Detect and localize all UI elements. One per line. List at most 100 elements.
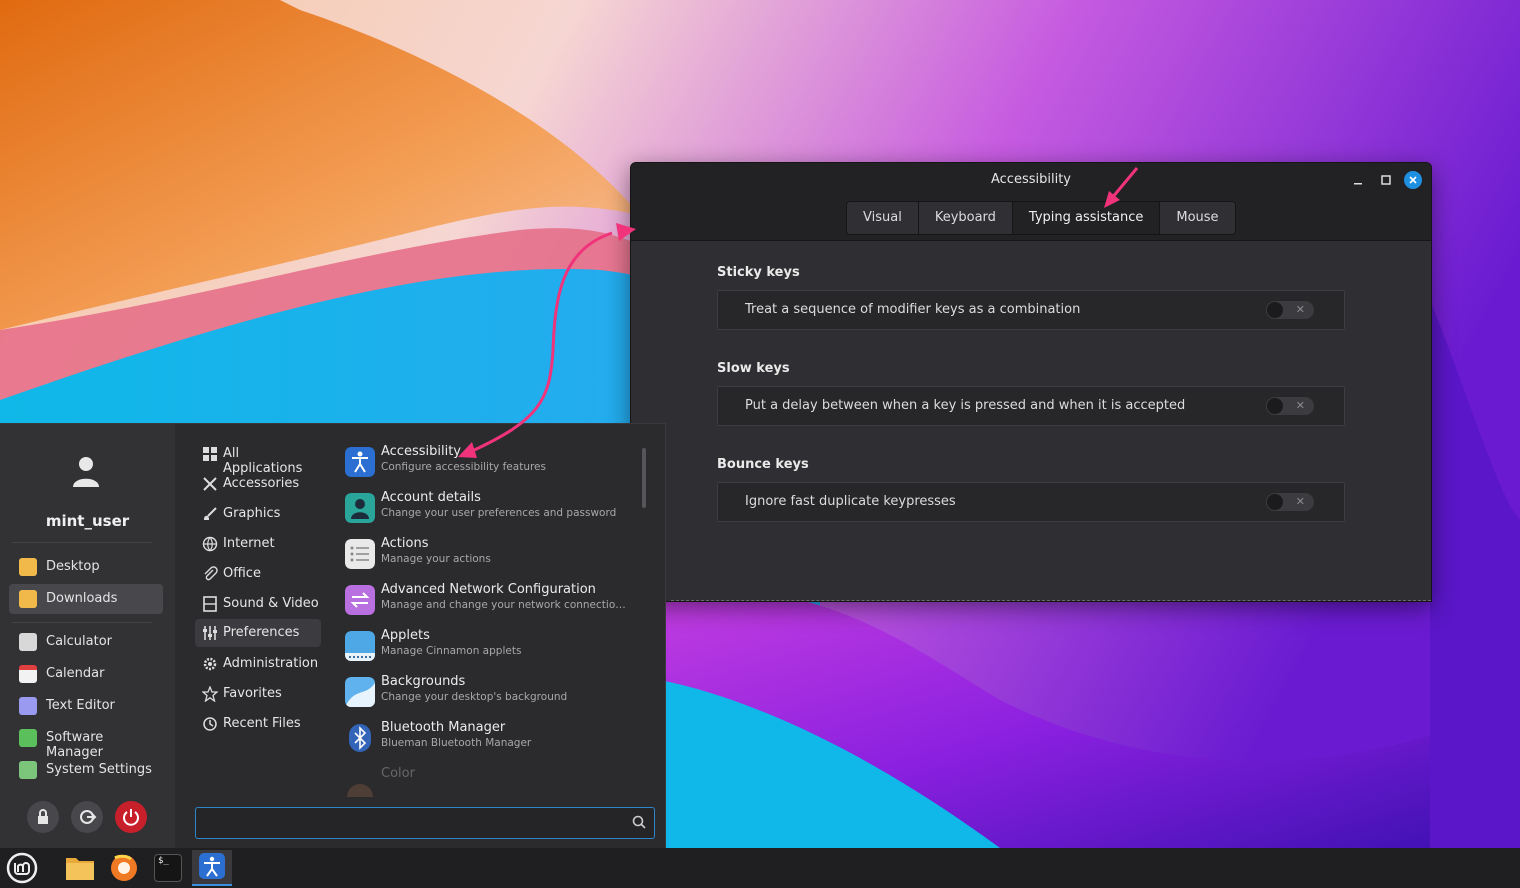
favorite-system-settings[interactable]: System Settings <box>9 755 163 785</box>
app-name: Account details <box>381 490 481 505</box>
favorite-label: Calculator <box>46 634 113 649</box>
terminal-icon[interactable]: $_ <box>148 850 188 886</box>
app-description: Manage your actions <box>381 553 491 565</box>
switch-off-icon: ✕ <box>1295 303 1305 316</box>
calendar-icon <box>19 665 37 683</box>
category-sound-video[interactable]: Sound & Video <box>195 590 321 618</box>
film-icon <box>203 596 217 612</box>
category-recent-files[interactable]: Recent Files <box>195 710 321 738</box>
favorite-calculator[interactable]: Calculator <box>9 627 163 657</box>
place-label: Downloads <box>46 591 118 606</box>
section-title-sticky-keys: Sticky keys <box>717 265 800 280</box>
brush-icon <box>203 507 217 520</box>
app-actions[interactable]: Actions Manage your actions <box>340 533 630 577</box>
favorite-text-editor[interactable]: Text Editor <box>9 691 163 721</box>
minimize-icon[interactable] <box>1349 171 1367 189</box>
app-backgrounds[interactable]: Backgrounds Change your desktop's backgr… <box>340 671 630 715</box>
search-input[interactable] <box>202 812 616 834</box>
app-accessibility[interactable]: Accessibility Configure accessibility fe… <box>340 441 630 485</box>
tab-keyboard[interactable]: Keyboard <box>918 202 1013 234</box>
app-description: Configure accessibility features <box>381 461 546 473</box>
window-content: Sticky keys Treat a sequence of modifier… <box>631 241 1431 601</box>
network-icon <box>345 585 375 615</box>
color-icon <box>347 784 373 797</box>
tab-visual[interactable]: Visual <box>847 202 919 234</box>
history-icon <box>203 717 217 731</box>
app-description: Change your user preferences and passwor… <box>381 507 617 519</box>
category-office[interactable]: Office <box>195 560 321 588</box>
lock-icon[interactable] <box>27 801 59 833</box>
app-bluetooth-manager[interactable]: Bluetooth Manager Blueman Bluetooth Mana… <box>340 717 630 761</box>
category-preferences[interactable]: Preferences <box>195 619 321 647</box>
category-graphics[interactable]: Graphics <box>195 500 321 528</box>
category-label: Internet <box>223 536 275 551</box>
logout-icon[interactable] <box>71 801 103 833</box>
tools-icon <box>203 477 217 491</box>
slow-keys-row: Put a delay between when a key is presse… <box>717 386 1345 426</box>
app-list-scrollbar[interactable] <box>642 448 646 508</box>
maximize-icon[interactable] <box>1377 171 1395 189</box>
mint-menu-icon[interactable] <box>2 850 42 886</box>
app-account-details[interactable]: Account details Change your user prefere… <box>340 487 630 531</box>
category-accessories[interactable]: Accessories <box>195 470 321 498</box>
switch-off-icon: ✕ <box>1295 495 1305 508</box>
calculator-icon <box>19 633 37 651</box>
tab-mouse[interactable]: Mouse <box>1160 202 1235 234</box>
gear-icon <box>203 657 217 671</box>
section-title-slow-keys: Slow keys <box>717 361 790 376</box>
favorite-label: Calendar <box>46 666 105 681</box>
switch-knob <box>1267 398 1283 414</box>
bounce-keys-label: Ignore fast duplicate keypresses <box>745 494 956 509</box>
category-favorites[interactable]: Favorites <box>195 680 321 708</box>
accessibility-app-icon[interactable] <box>192 850 232 886</box>
favorite-label: Text Editor <box>46 698 115 713</box>
accessibility-window: Accessibility Visual Keyboard Typing ass… <box>630 162 1432 602</box>
category-administration[interactable]: Administration <box>195 650 321 678</box>
accessibility-icon <box>345 447 375 477</box>
favorite-software-manager[interactable]: Software Manager <box>9 723 163 760</box>
category-all-applications[interactable]: All Applications <box>195 440 321 476</box>
sticky-keys-label: Treat a sequence of modifier keys as a c… <box>745 302 1081 317</box>
favorite-calendar[interactable]: Calendar <box>9 659 163 689</box>
paperclip-icon <box>204 566 218 581</box>
globe-icon <box>202 536 218 552</box>
files-icon[interactable] <box>60 850 100 886</box>
bluetooth-icon <box>349 724 371 752</box>
app-name: Accessibility <box>381 444 461 459</box>
tab-bar: Visual Keyboard Typing assistance Mouse <box>846 201 1236 235</box>
app-description: Manage Cinnamon applets <box>381 645 522 657</box>
app-name: Advanced Network Configuration <box>381 582 596 597</box>
bounce-keys-switch[interactable]: ✕ <box>1266 493 1314 511</box>
bounce-keys-row: Ignore fast duplicate keypresses ✕ <box>717 482 1345 522</box>
close-icon[interactable] <box>1404 171 1422 189</box>
app-name: Color <box>381 766 415 781</box>
grid-icon <box>203 447 217 461</box>
text-editor-icon <box>19 697 37 715</box>
app-advanced-network-configuration[interactable]: Advanced Network Configuration Manage an… <box>340 579 630 623</box>
app-applets[interactable]: Applets Manage Cinnamon applets <box>340 625 630 669</box>
category-label: Accessories <box>223 476 300 491</box>
software-manager-icon <box>19 729 37 747</box>
section-title-bounce-keys: Bounce keys <box>717 457 809 472</box>
category-label: Administration <box>223 656 319 671</box>
sticky-keys-switch[interactable]: ✕ <box>1266 301 1314 319</box>
taskbar: $_ <box>0 848 1520 888</box>
sliders-icon <box>203 626 217 640</box>
place-desktop[interactable]: Desktop <box>9 552 163 582</box>
place-downloads[interactable]: Downloads <box>9 584 163 614</box>
window-title: Accessibility <box>991 172 1071 187</box>
slow-keys-label: Put a delay between when a key is presse… <box>745 398 1186 413</box>
app-description: Change your desktop's background <box>381 691 568 703</box>
category-internet[interactable]: Internet <box>195 530 321 558</box>
terminal-prompt: $_ <box>154 854 182 882</box>
switch-knob <box>1267 494 1283 510</box>
app-color[interactable]: Color <box>340 763 630 807</box>
slow-keys-switch[interactable]: ✕ <box>1266 397 1314 415</box>
power-icon[interactable] <box>115 801 147 833</box>
tab-typing-assistance[interactable]: Typing assistance <box>1012 202 1161 234</box>
firefox-icon[interactable] <box>104 850 144 886</box>
start-menu: mint_user Desktop Downloads Calculator C… <box>0 423 666 849</box>
menu-search-box[interactable] <box>195 807 655 839</box>
place-label: Desktop <box>46 559 100 574</box>
category-label: Sound & Video <box>223 596 319 611</box>
